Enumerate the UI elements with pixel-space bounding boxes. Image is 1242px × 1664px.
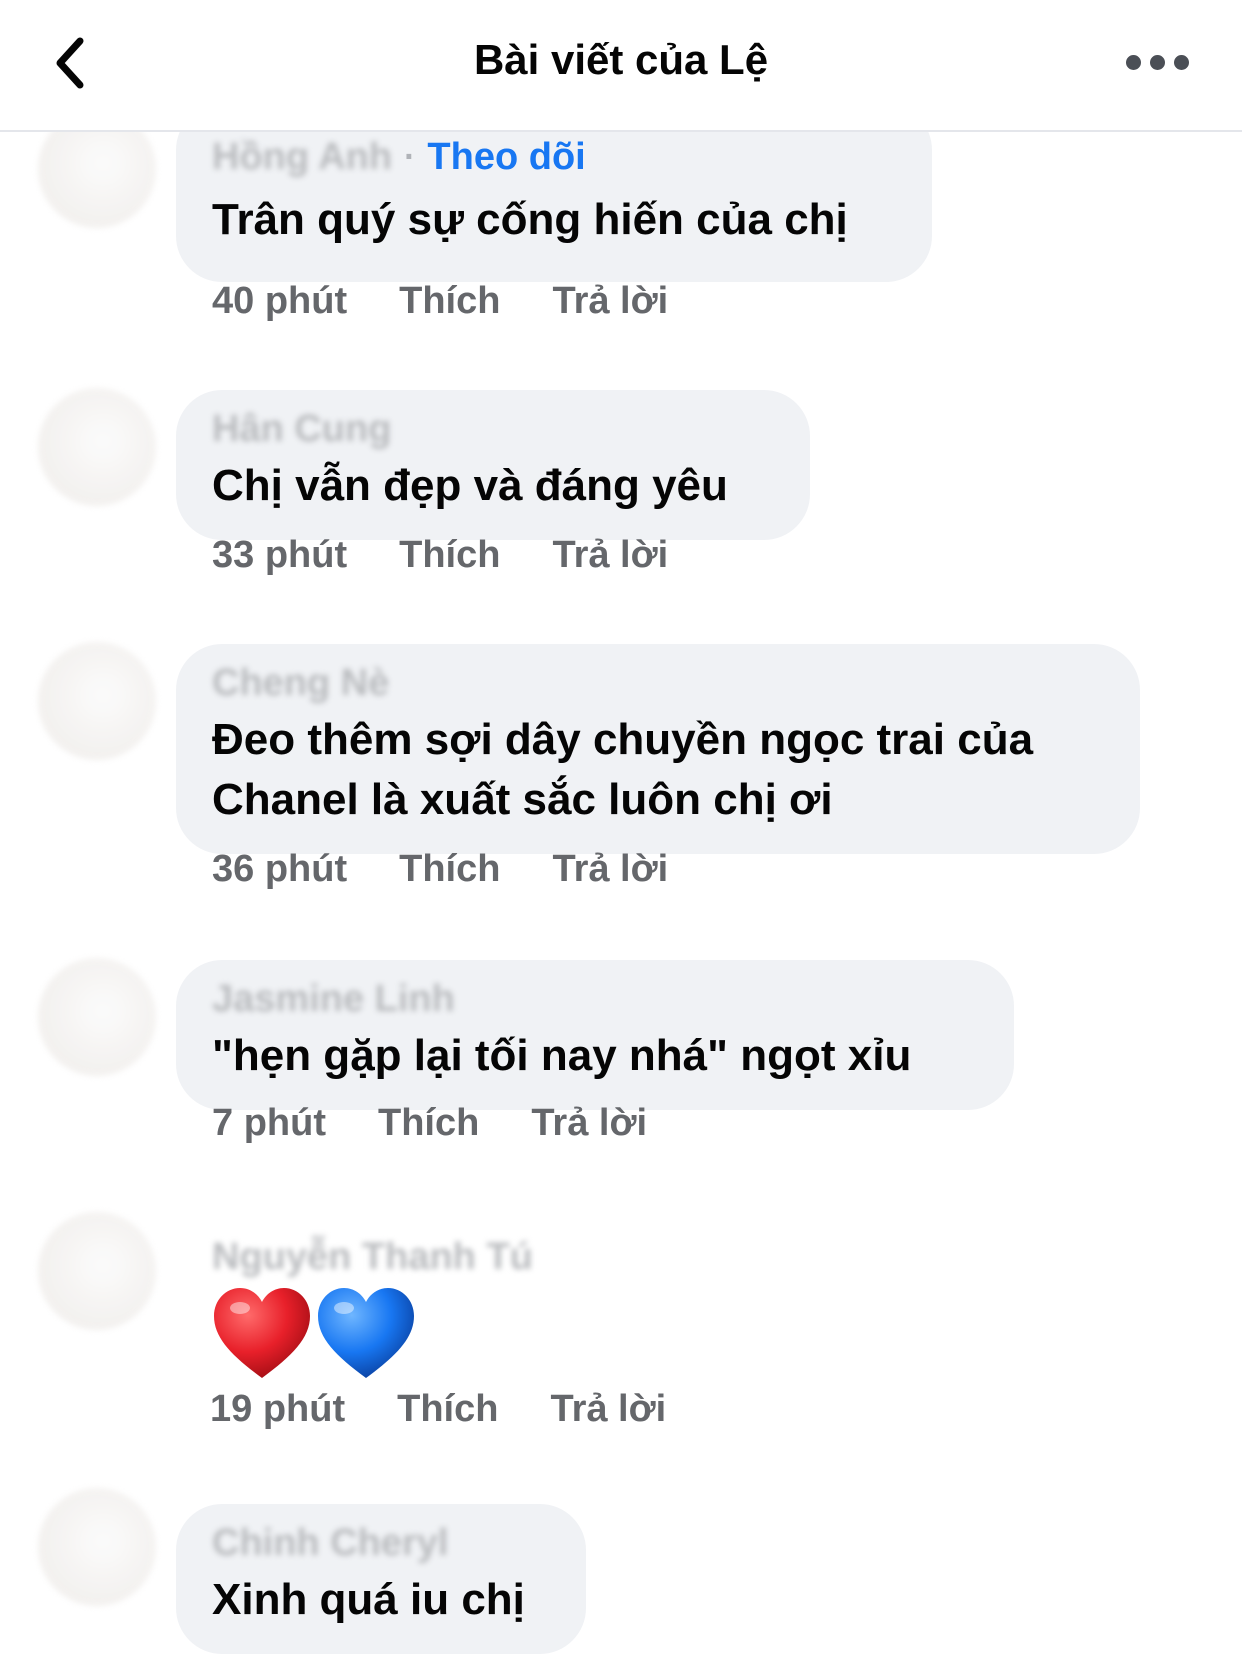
red-heart-icon <box>214 1288 310 1378</box>
comment-actions: 7 phút Thích Trả lời <box>212 1102 647 1145</box>
separator-dot: · <box>404 137 416 176</box>
more-options-button[interactable] <box>1112 40 1202 84</box>
comment-actions: 36 phút Thích Trả lời <box>212 848 668 891</box>
author-row: Nguyễn Thanh Tú <box>212 1234 660 1280</box>
comment-text: Trân quý sự cống hiến của chị <box>212 195 848 244</box>
follow-button[interactable]: Theo dõi <box>427 136 585 179</box>
comment-author[interactable]: Hân Cung <box>212 408 391 451</box>
reply-button[interactable]: Trả lời <box>550 1388 666 1431</box>
comment-bubble[interactable]: Hân Cung Chị vẫn đẹp và đáng yêu <box>176 390 810 540</box>
comment-author[interactable]: Cheng Nè <box>212 662 389 705</box>
author-row: Chinh Cheryl <box>212 1520 550 1566</box>
avatar[interactable] <box>38 642 156 760</box>
reply-button[interactable]: Trả lời <box>531 1102 647 1145</box>
like-button[interactable]: Thích <box>399 848 500 891</box>
comment-author[interactable]: Nguyễn Thanh Tú <box>212 1236 533 1279</box>
reply-button[interactable]: Trả lời <box>552 534 668 577</box>
comment-text: Chị vẫn đẹp và đáng yêu <box>212 461 728 510</box>
comment-time[interactable]: 40 phút <box>212 280 347 323</box>
comment-author[interactable]: Chinh Cheryl <box>212 1522 448 1565</box>
comment-time[interactable]: 7 phút <box>212 1102 326 1145</box>
comment-bubble[interactable]: Nguyễn Thanh Tú <box>176 1224 696 1394</box>
more-dot <box>1173 54 1189 70</box>
avatar[interactable] <box>38 958 156 1076</box>
page-title: Bài viết của Lệ <box>473 36 769 83</box>
comment-list: Hồng Anh · Theo dõi Trân quý sự cống hiế… <box>0 132 1242 1664</box>
more-dot <box>1149 54 1165 70</box>
comment-actions: 33 phút Thích Trả lời <box>212 534 668 577</box>
comment-bubble[interactable]: Cheng Nè Đeo thêm sợi dây chuyền ngọc tr… <box>176 644 1140 854</box>
comment-bubble[interactable]: Jasmine Linh "hẹn gặp lại tối nay nhá" n… <box>176 960 1014 1110</box>
reply-button[interactable]: Trả lời <box>552 280 668 323</box>
avatar[interactable] <box>38 1488 156 1606</box>
comment-text-line-2: Chanel là xuất sắc luôn chị ơi <box>212 775 833 824</box>
comment-time[interactable]: 19 phút <box>210 1388 345 1431</box>
emoji-row <box>212 1286 660 1382</box>
author-row: Hân Cung <box>212 406 774 452</box>
like-button[interactable]: Thích <box>397 1388 498 1431</box>
avatar[interactable] <box>38 1212 156 1330</box>
comment-actions: 19 phút Thích Trả lời <box>210 1388 666 1431</box>
author-row: Cheng Nè <box>212 660 1104 706</box>
comment-time[interactable]: 33 phút <box>212 534 347 577</box>
comment-bubble[interactable]: Hồng Anh · Theo dõi Trân quý sự cống hiế… <box>176 132 932 282</box>
avatar[interactable] <box>38 132 156 228</box>
like-button[interactable]: Thích <box>399 280 500 323</box>
comment-text: Xinh quá iu chị <box>212 1575 525 1624</box>
comment-text: "hẹn gặp lại tối nay nhá" ngọt xỉu <box>212 1031 912 1080</box>
more-dots-icon <box>1125 54 1141 70</box>
avatar[interactable] <box>38 388 156 506</box>
comment-author[interactable]: Jasmine Linh <box>212 978 455 1021</box>
comment-author[interactable]: Hồng Anh <box>212 136 392 179</box>
like-button[interactable]: Thích <box>378 1102 479 1145</box>
author-row: Jasmine Linh <box>212 976 978 1022</box>
comment-actions: 40 phút Thích Trả lời <box>212 280 668 323</box>
comment-text-line-1: Đeo thêm sợi dây chuyền ngọc trai của <box>212 715 1034 764</box>
comment-bubble[interactable]: Chinh Cheryl Xinh quá iu chị <box>176 1504 586 1654</box>
author-row: Hồng Anh · Theo dõi <box>212 134 896 180</box>
like-button[interactable]: Thích <box>399 534 500 577</box>
blue-heart-icon <box>318 1288 414 1378</box>
comment-time[interactable]: 36 phút <box>212 848 347 891</box>
top-nav-bar: Bài viết của Lệ <box>0 0 1242 132</box>
reply-button[interactable]: Trả lời <box>552 848 668 891</box>
